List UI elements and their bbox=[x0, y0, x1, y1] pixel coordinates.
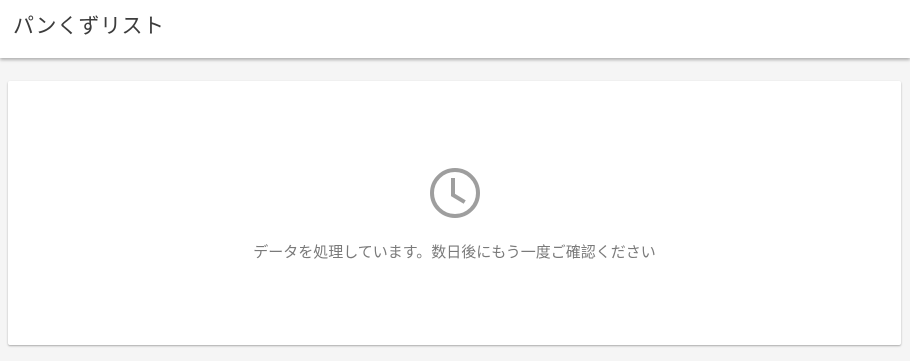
clock-icon bbox=[429, 167, 481, 219]
processing-status-card: データを処理しています。数日後にもう一度ご確認ください bbox=[8, 81, 901, 345]
app-header: パンくずリスト bbox=[0, 0, 910, 58]
page-title: パンくずリスト bbox=[13, 14, 165, 38]
processing-message: データを処理しています。数日後にもう一度ご確認ください bbox=[253, 243, 656, 261]
